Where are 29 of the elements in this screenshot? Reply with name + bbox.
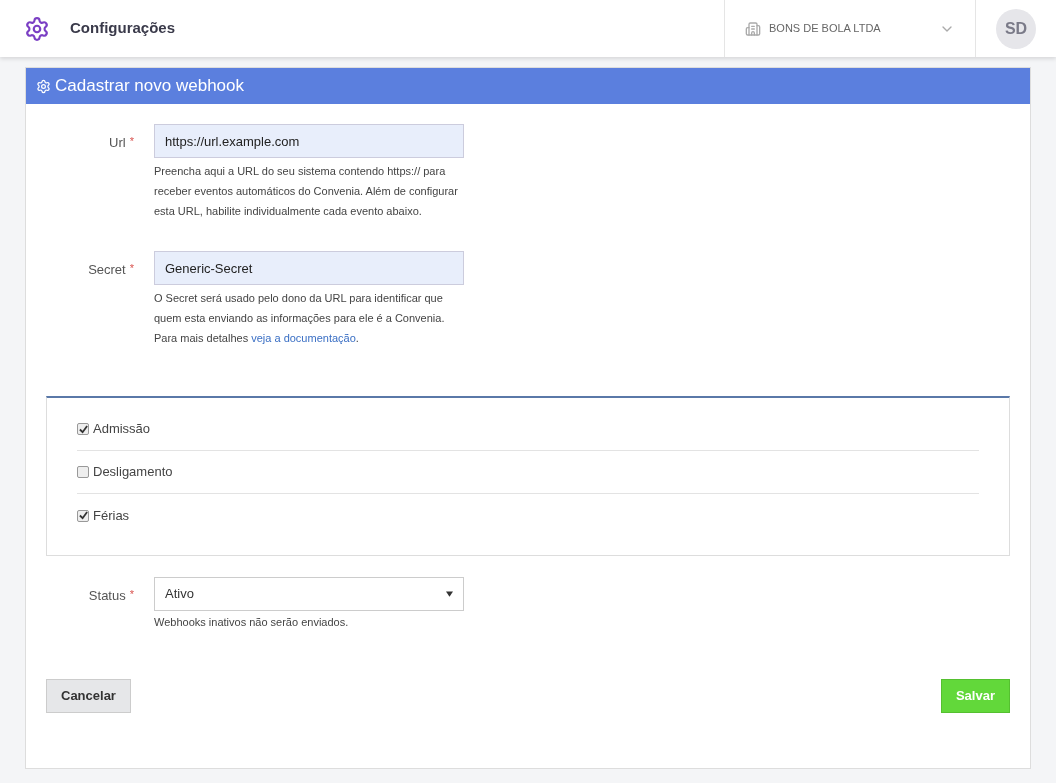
help-text: O Secret será usado pelo dono da URL para identificar que quem esta enviando as informações para ele é a Convenia. Para mais detalhes veja a documentação. xyxy=(154,291,446,346)
field-label: Status xyxy=(88,587,126,605)
checkbox-label: Férias xyxy=(93,506,130,525)
settings-icon[interactable] xyxy=(24,15,50,42)
text-field[interactable]: https://url.example.com xyxy=(154,124,464,158)
required-mark: * xyxy=(129,587,134,602)
company-selector[interactable]: BONS DE BOLA LTDA xyxy=(769,20,881,37)
checkbox[interactable] xyxy=(77,509,89,522)
required-mark: * xyxy=(129,134,134,149)
checkbox-label: Admissão xyxy=(93,420,151,439)
checkbox[interactable] xyxy=(77,466,89,478)
checkbox-label: Desligamento xyxy=(93,463,173,482)
checkmark-icon xyxy=(78,424,88,434)
text-field[interactable]: Generic-Secret xyxy=(154,251,464,285)
checkmark-icon xyxy=(78,511,88,520)
building-icon xyxy=(745,20,761,37)
documentation-link[interactable]: veja a documentação xyxy=(251,332,356,344)
gear-icon xyxy=(36,78,51,94)
status-select[interactable]: Ativo xyxy=(154,577,464,611)
page-title: Configurações xyxy=(70,18,175,39)
field-label: Url xyxy=(109,134,126,152)
dropdown-arrow-icon xyxy=(446,591,453,597)
help-text: Webhooks inativos não serão enviados. xyxy=(154,615,350,630)
card-title: Cadastrar novo webhook xyxy=(55,75,244,98)
cancel-button[interactable]: Cancelar xyxy=(46,678,131,713)
required-mark: * xyxy=(129,261,134,276)
field-label: Secret xyxy=(88,261,126,279)
checkbox[interactable] xyxy=(77,423,89,435)
help-text: Preencha aqui a URL do seu sistema contendo https:// para receber eventos automáticos do Convenia. Além de configurar esta URL, habilite individualmente cada evento abaixo. xyxy=(154,164,459,219)
